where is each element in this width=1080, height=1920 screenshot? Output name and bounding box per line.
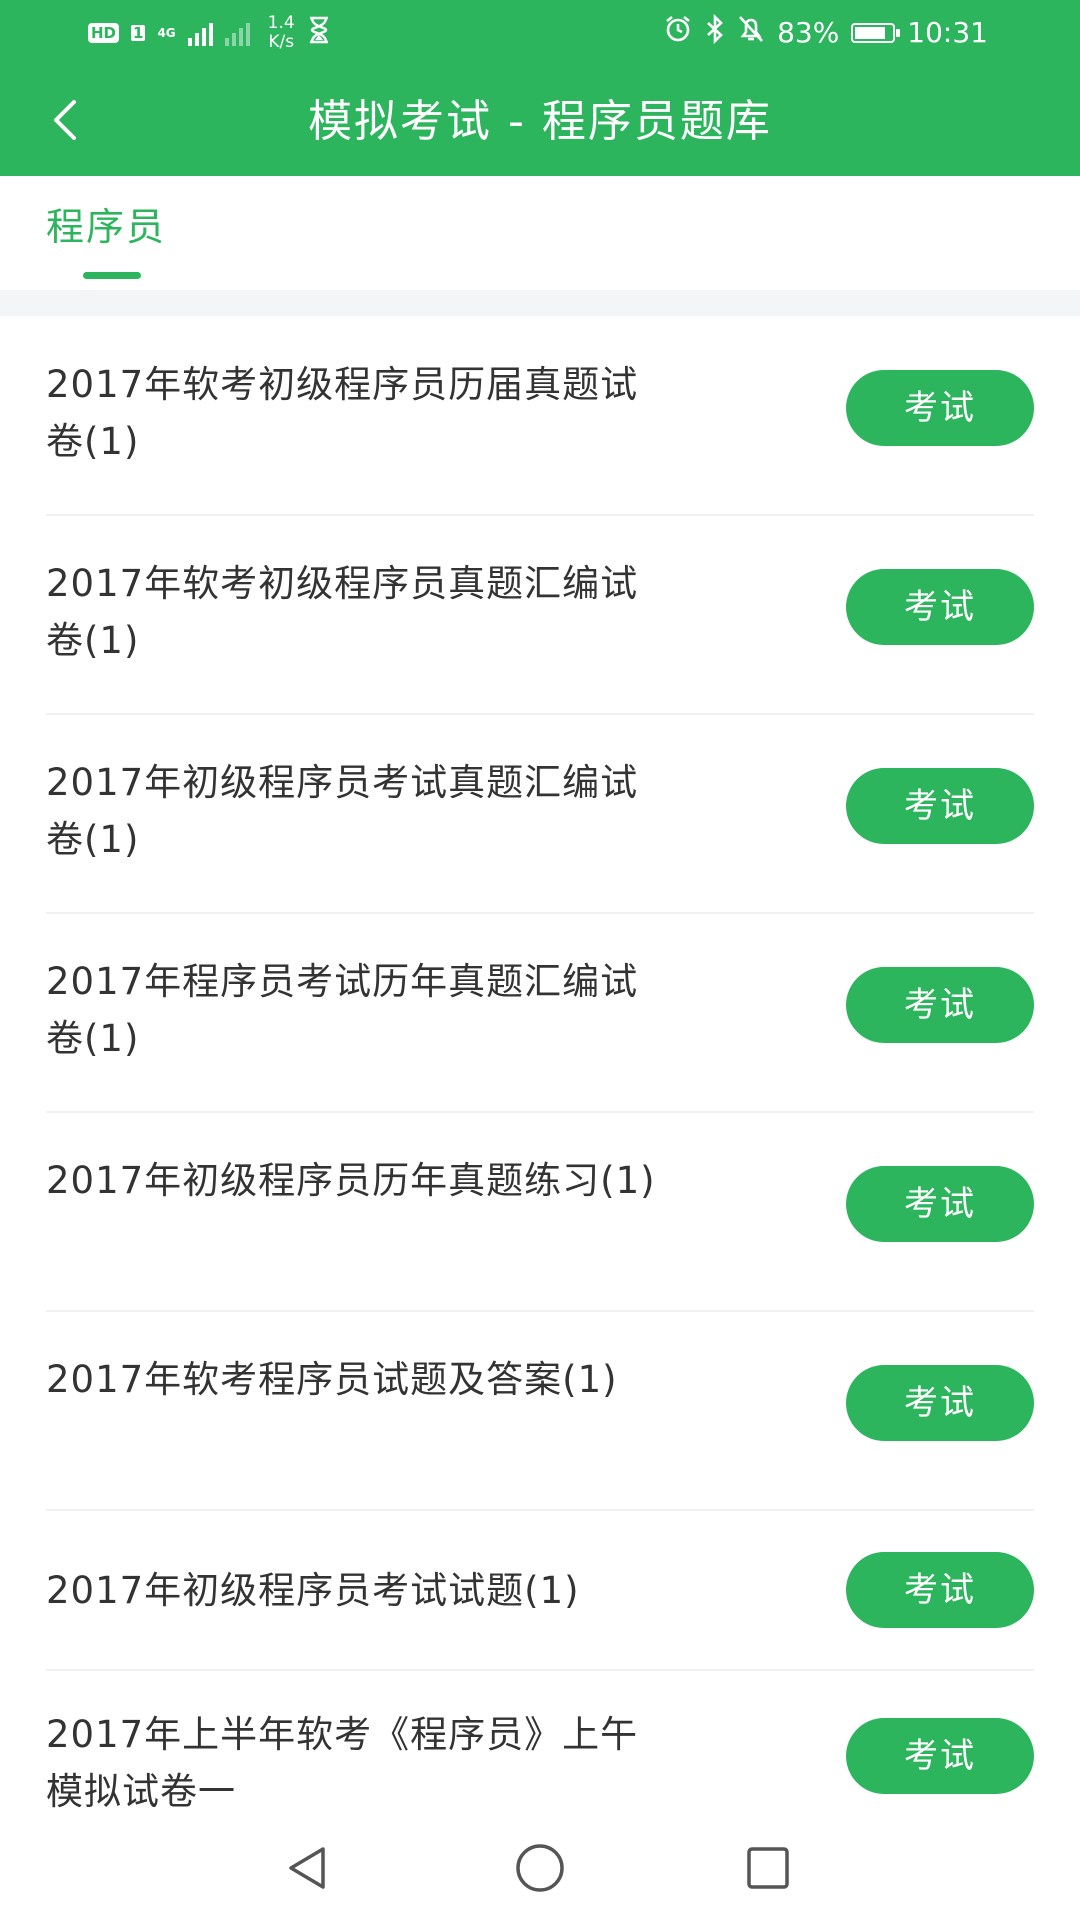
- status-bar-right: 83% 10:31: [663, 13, 988, 51]
- network-speed-value: 1.4: [267, 13, 295, 33]
- sim-badge: 1: [131, 24, 146, 42]
- list-item: 2017年上半年软考《程序员》上午模拟试卷一 考试: [46, 1670, 1034, 1822]
- exam-title: 2017年软考初级程序员真题汇编试卷(1): [46, 562, 639, 662]
- nav-recents-button[interactable]: [728, 1830, 808, 1910]
- section-divider: [0, 290, 1080, 316]
- start-exam-button[interactable]: 考试: [846, 370, 1034, 446]
- title-bar: 模拟考试 - 程序员题库: [0, 68, 1080, 176]
- page-title: 模拟考试 - 程序员题库: [308, 96, 772, 147]
- list-item: 2017年初级程序员考试试题(1) 考试: [46, 1510, 1034, 1671]
- list-item: 2017年软考程序员试题及答案(1) 考试: [46, 1311, 1034, 1511]
- tab-bar: 程序员: [0, 176, 1080, 290]
- network-type: 4G: [157, 25, 176, 40]
- nav-back-button[interactable]: [268, 1830, 348, 1910]
- clock-time: 10:31: [907, 16, 988, 49]
- exam-title: 2017年初级程序员考试真题汇编试卷(1): [46, 761, 639, 861]
- status-bar-left: HD 1 4G 1.4 K/s: [88, 14, 331, 52]
- exam-title: 2017年程序员考试历年真题汇编试卷(1): [46, 960, 639, 1060]
- tab-programmer[interactable]: 程序员: [46, 176, 166, 290]
- start-exam-button[interactable]: 考试: [846, 569, 1034, 645]
- network-speed-unit: K/s: [268, 32, 295, 52]
- exam-title: 2017年初级程序员历年真题练习(1): [46, 1159, 656, 1202]
- exam-title: 2017年上半年软考《程序员》上午模拟试卷一: [46, 1713, 639, 1813]
- list-item: 2017年软考初级程序员真题汇编试卷(1) 考试: [46, 515, 1034, 715]
- alarm-clock-icon: [663, 14, 693, 51]
- status-bar: HD 1 4G 1.4 K/s 83% 10:31: [0, 0, 1080, 68]
- square-recents-icon: [743, 1843, 793, 1897]
- tab-active-indicator: [83, 272, 141, 279]
- battery-percent: 83%: [777, 16, 840, 49]
- exam-title: 2017年软考初级程序员历届真题试卷(1): [46, 363, 639, 463]
- triangle-back-icon: [283, 1843, 333, 1897]
- start-exam-button[interactable]: 考试: [846, 1365, 1034, 1441]
- battery-icon: [851, 22, 901, 43]
- start-exam-button[interactable]: 考试: [846, 768, 1034, 844]
- signal-strength-icon: [187, 20, 213, 46]
- exam-title: 2017年初级程序员考试试题(1): [46, 1569, 580, 1612]
- app-header: HD 1 4G 1.4 K/s 83% 10:31 模拟考试 - 程序员题库: [0, 0, 1080, 176]
- hourglass-icon: [307, 16, 331, 51]
- start-exam-button[interactable]: 考试: [846, 967, 1034, 1043]
- hd-badge: HD: [88, 23, 120, 43]
- circle-home-icon: [513, 1841, 567, 1899]
- start-exam-button[interactable]: 考试: [846, 1166, 1034, 1242]
- signal-empty-icon: [224, 20, 250, 46]
- network-type-label: 4G: [157, 25, 176, 40]
- tab-label: 程序员: [46, 205, 167, 249]
- bell-off-icon: [737, 14, 765, 51]
- start-exam-button[interactable]: 考试: [846, 1552, 1034, 1628]
- network-speed: 1.4 K/s: [268, 14, 295, 52]
- bluetooth-icon: [705, 13, 725, 51]
- list-item: 2017年软考初级程序员历届真题试卷(1) 考试: [46, 316, 1034, 516]
- list-item: 2017年初级程序员考试真题汇编试卷(1) 考试: [46, 714, 1034, 914]
- battery-level-fill: [855, 26, 886, 39]
- list-item: 2017年初级程序员历年真题练习(1) 考试: [46, 1112, 1034, 1312]
- start-exam-button[interactable]: 考试: [846, 1718, 1034, 1794]
- list-item: 2017年程序员考试历年真题汇编试卷(1) 考试: [46, 913, 1034, 1113]
- system-navigation-bar: [0, 1822, 1080, 1920]
- exam-title: 2017年软考程序员试题及答案(1): [46, 1358, 618, 1401]
- nav-home-button[interactable]: [500, 1830, 580, 1910]
